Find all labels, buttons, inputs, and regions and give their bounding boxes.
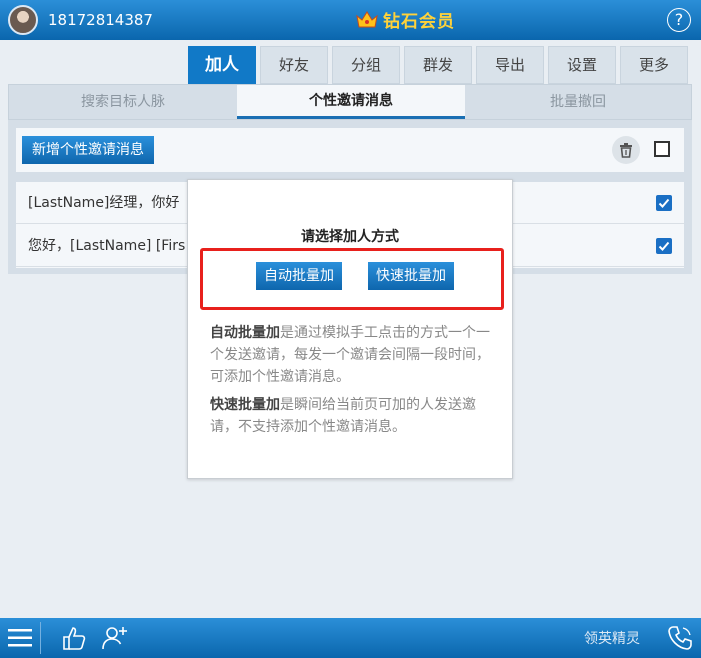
tab-export[interactable]: 导出 — [476, 46, 544, 84]
auto-description-term: 自动批量加 — [210, 325, 280, 341]
dialog-title: 请选择加人方式 — [301, 229, 399, 245]
bottom-bar: 领英精灵 — [0, 618, 701, 658]
avatar[interactable] — [8, 5, 38, 35]
trash-icon[interactable] — [612, 136, 640, 164]
message-text: 您好，[LastName] [Firs — [28, 238, 186, 254]
add-method-dialog: 请选择加人方式 自动批量加 快速批量加 自动批量加是通过模拟手工点击的方式一个一… — [187, 179, 513, 479]
tab-add-people[interactable]: 加人 — [188, 46, 256, 84]
sub-tabs: 搜索目标人脉 个性邀请消息 批量撤回 — [8, 84, 692, 120]
message-checkbox[interactable] — [656, 238, 672, 254]
brand-label: 领英精灵 — [584, 631, 640, 647]
subtab-bulk-withdraw[interactable]: 批量撤回 — [465, 85, 691, 119]
help-icon[interactable]: ? — [667, 8, 691, 32]
add-user-icon[interactable] — [101, 624, 129, 652]
fast-description: 快速批量加是瞬间给当前页可加的人发送邀请，不支持添加个性邀请消息。 — [210, 394, 490, 438]
highlight-frame — [200, 248, 504, 310]
message-text: [LastName]经理，你好 — [28, 195, 180, 211]
invite-toolbar: 新增个性邀请消息 — [16, 128, 684, 172]
fast-bulk-add-button[interactable]: 快速批量加 — [368, 262, 454, 290]
account-phone: 18172814387 — [48, 11, 153, 29]
fast-description-term: 快速批量加 — [210, 397, 280, 413]
menu-icon[interactable] — [8, 628, 32, 648]
add-invite-button[interactable]: 新增个性邀请消息 — [22, 136, 154, 164]
tab-groups[interactable]: 分组 — [332, 46, 400, 84]
thumbs-up-icon[interactable] — [60, 624, 88, 652]
crown-icon — [356, 10, 378, 27]
divider — [40, 622, 41, 654]
tab-more[interactable]: 更多 — [620, 46, 688, 84]
message-checkbox[interactable] — [656, 195, 672, 211]
auto-description: 自动批量加是通过模拟手工点击的方式一个一个发送邀请，每发一个邀请会间隔一段时间，… — [210, 322, 490, 388]
vip-badge[interactable]: 钻石会员 — [356, 7, 455, 32]
select-all-checkbox[interactable] — [654, 141, 670, 157]
phone-icon[interactable] — [666, 624, 694, 652]
tab-friends[interactable]: 好友 — [260, 46, 328, 84]
tab-mass-send[interactable]: 群发 — [404, 46, 472, 84]
vip-label: 钻石会员 — [383, 12, 455, 32]
subtab-custom-invites[interactable]: 个性邀请消息 — [237, 85, 465, 119]
main-nav: 加人 好友 分组 群发 导出 设置 更多 — [0, 40, 701, 84]
tab-settings[interactable]: 设置 — [548, 46, 616, 84]
top-bar: 18172814387 钻石会员 ? — [0, 0, 701, 40]
subtab-search-targets[interactable]: 搜索目标人脉 — [9, 85, 237, 119]
auto-bulk-add-button[interactable]: 自动批量加 — [256, 262, 342, 290]
